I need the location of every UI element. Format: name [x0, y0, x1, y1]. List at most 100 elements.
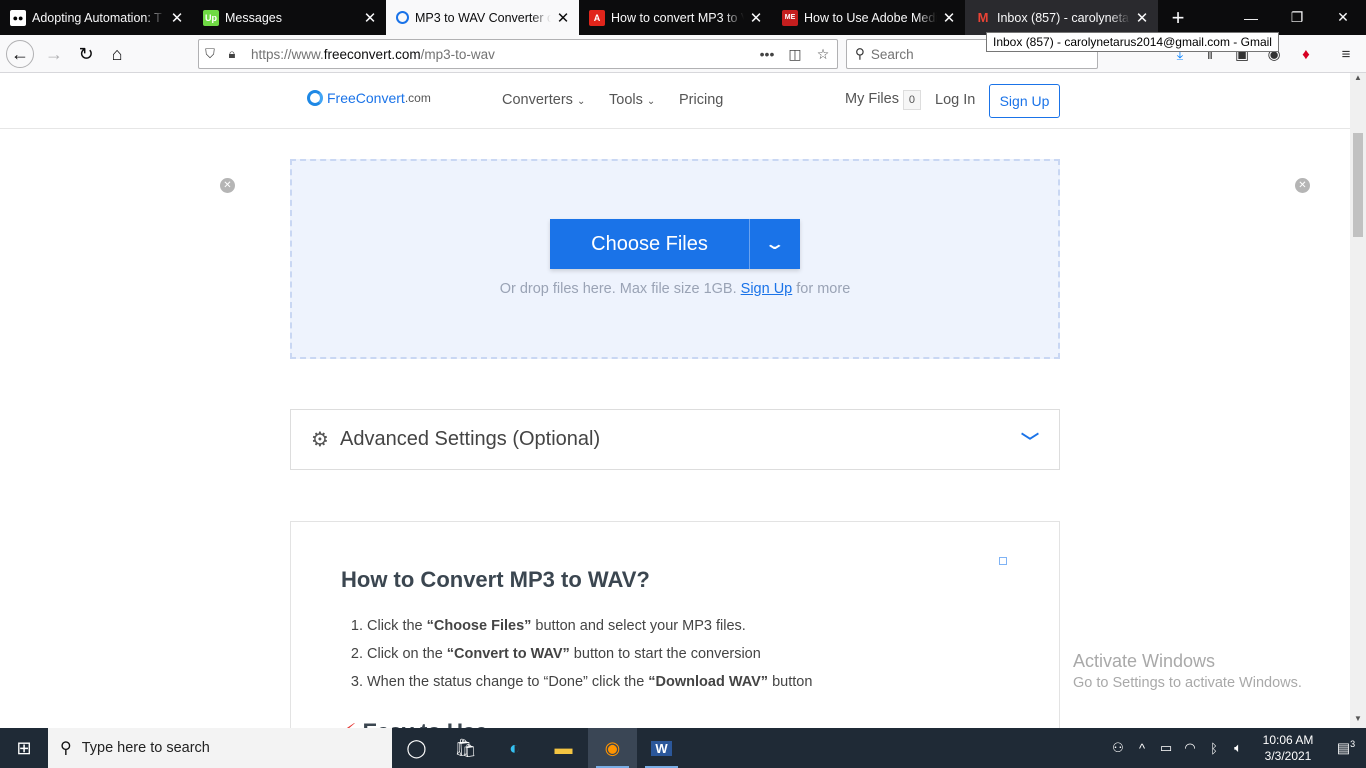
forward-button[interactable]: → [40, 40, 68, 68]
url-bar[interactable]: ⛉ 🔒︎ https://www.freeconvert.com/mp3-to-… [198, 39, 838, 69]
how-to-step: When the status change to “Done” click t… [367, 668, 812, 696]
watermark-title: Activate Windows [1073, 651, 1216, 671]
step-bold: “Download WAV” [648, 674, 769, 690]
minimize-icon[interactable]: — [1228, 0, 1274, 35]
lightning-icon: ⚡ [341, 719, 356, 728]
battery-icon[interactable]: ▭ [1154, 740, 1178, 756]
extension-icon[interactable]: ♦ [1296, 44, 1316, 64]
step-text: Click on the [367, 646, 447, 662]
easy-to-use-label: Easy to Use [363, 719, 488, 728]
edge-icon[interactable]: ◐ [490, 728, 539, 768]
drop-hint-suffix: for more [796, 281, 851, 297]
tab-title: How to convert MP3 to V [611, 10, 744, 25]
restore-icon[interactable]: ❐ [1274, 0, 1320, 35]
tab-title: How to Use Adobe Medi [804, 10, 937, 25]
page-viewport: FreeConvert .com Converters ⌄ Tools ⌄ Pri… [0, 73, 1350, 728]
scrollbar-thumb[interactable] [1353, 133, 1363, 237]
clock-time: 10:06 AM [1262, 733, 1314, 747]
drop-hint-text: Or drop files here. Max file size 1GB. [499, 281, 737, 297]
step-bold: “Convert to WAV” [446, 646, 570, 662]
logo-brand: FreeConvert [327, 90, 405, 106]
how-to-step: Click on the “Convert to WAV” button to … [367, 640, 812, 668]
lock-icon[interactable]: 🔒︎ [221, 46, 243, 62]
bluetooth-icon[interactable]: ᛒ [1202, 741, 1226, 756]
nav-converters[interactable]: Converters ⌄ [502, 92, 585, 108]
page-scrollbar[interactable]: ▲ ▼ [1350, 73, 1366, 728]
close-tab-icon[interactable]: ✕ [1134, 9, 1150, 27]
home-button[interactable]: ⌂ [103, 40, 131, 68]
scroll-down-icon[interactable]: ▼ [1350, 714, 1366, 728]
chevron-down-icon: ⌄ [576, 96, 586, 107]
advanced-settings-toggle[interactable]: ⚙ Advanced Settings (Optional) ﹀ [290, 409, 1060, 470]
wifi-icon[interactable]: ◠ [1178, 740, 1202, 756]
login-link[interactable]: Log In [935, 92, 975, 108]
scroll-up-icon[interactable]: ▲ [1350, 73, 1366, 87]
url-text[interactable]: https://www.freeconvert.com/mp3-to-wav [251, 47, 753, 62]
word-icon[interactable]: W [637, 728, 686, 768]
search-placeholder: Search [870, 46, 914, 62]
site-logo[interactable]: FreeConvert .com [307, 90, 431, 106]
medium-icon: ●● [10, 9, 26, 26]
drop-hint-signup-link[interactable]: Sign Up [741, 281, 793, 297]
windows-taskbar: ⊞ ⚲ Type here to search ◯ 🛍︎ ◐ ▬ ◉ W ⚇ ^… [0, 728, 1366, 768]
menu-icon[interactable]: ≡ [1336, 44, 1356, 64]
close-ad-icon[interactable]: ✕ [220, 178, 235, 193]
file-explorer-icon[interactable]: ▬ [539, 728, 588, 768]
source-dropdown-button[interactable]: ⌄ [750, 219, 800, 269]
reload-button[interactable]: ↻ [72, 40, 100, 68]
bookmark-star-icon[interactable]: ☆ [809, 46, 837, 63]
notification-count: 3 [1350, 739, 1356, 750]
tab-messages[interactable]: Up Messages ✕ [193, 0, 386, 35]
back-button[interactable]: ← [6, 40, 34, 68]
search-icon: ⚲ [855, 46, 865, 61]
close-tab-icon[interactable]: ✕ [169, 9, 185, 27]
nav-pricing[interactable]: Pricing [679, 92, 723, 108]
volume-icon[interactable]: 🔈︎ [1226, 740, 1250, 756]
tab-medium[interactable]: ●● Adopting Automation: T ✕ [0, 0, 193, 35]
choose-files-button-group: Choose Files ⌄ [550, 219, 800, 269]
tab-gmail[interactable]: M Inbox (857) - carolynetar ✕ [965, 0, 1158, 35]
windows-start-icon[interactable]: ⊞ [0, 728, 48, 768]
new-tab-button[interactable]: + [1158, 0, 1198, 35]
pocket-icon[interactable]: ◫ [781, 46, 809, 63]
show-hidden-icons-icon[interactable]: ^ [1130, 741, 1154, 756]
close-window-icon[interactable]: ✕ [1320, 0, 1366, 35]
how-to-steps: Click the “Choose Files” button and sele… [367, 612, 812, 696]
nav-converters-label: Converters [502, 92, 573, 108]
nav-my-files[interactable]: My Files 0 [845, 90, 921, 110]
clock-date: 3/3/2021 [1264, 749, 1312, 763]
signup-button[interactable]: Sign Up [989, 84, 1060, 118]
choose-files-button[interactable]: Choose Files [550, 219, 750, 269]
task-view-icon[interactable]: ◯ [392, 728, 441, 768]
url-domain: freeconvert.com [323, 46, 421, 62]
tab-freeconvert[interactable]: MP3 to WAV Converter o ✕ [386, 0, 579, 35]
step-text: button [768, 674, 813, 690]
chevron-down-icon: ⌄ [764, 236, 786, 253]
people-icon[interactable]: ⚇ [1106, 740, 1130, 756]
media-icon: ME [782, 9, 798, 26]
url-prefix: https://www. [251, 46, 324, 62]
close-tab-icon[interactable]: ✕ [362, 9, 378, 27]
tab-adobe-media[interactable]: ME How to Use Adobe Medi ✕ [772, 0, 965, 35]
system-tray: ⚇ ^ ▭ ◠ ᛒ 🔈︎ 10:06 AM 3/3/2021 ▤3 [1106, 728, 1366, 768]
taskbar-search-input[interactable]: ⚲ Type here to search [48, 728, 392, 768]
step-text: When the status change to “Done” click t… [367, 674, 649, 690]
action-center-icon[interactable]: ▤3 [1326, 739, 1366, 757]
tab-adobe-convert[interactable]: A How to convert MP3 to V ✕ [579, 0, 772, 35]
how-to-section: How to Convert MP3 to WAV? Click the “Ch… [290, 521, 1060, 728]
close-tab-icon[interactable]: ✕ [555, 9, 571, 27]
close-ad-icon[interactable]: ✕ [1295, 178, 1310, 193]
close-tab-icon[interactable]: ✕ [748, 9, 764, 27]
page-actions-icon[interactable]: ••• [753, 46, 781, 62]
nav-tools[interactable]: Tools ⌄ [609, 92, 655, 108]
freeconvert-icon [396, 11, 409, 24]
store-icon[interactable]: 🛍︎ [441, 728, 490, 768]
file-drop-zone[interactable]: Choose Files ⌄ Or drop files here. Max f… [290, 159, 1060, 359]
shield-icon[interactable]: ⛉ [199, 46, 221, 62]
window-controls: — ❐ ✕ [1228, 0, 1366, 35]
taskbar-clock[interactable]: 10:06 AM 3/3/2021 [1250, 732, 1326, 764]
firefox-icon[interactable]: ◉ [588, 728, 637, 768]
close-tab-icon[interactable]: ✕ [941, 9, 957, 27]
how-to-step: Click the “Choose Files” button and sele… [367, 612, 812, 640]
how-to-title: How to Convert MP3 to WAV? [341, 567, 650, 592]
